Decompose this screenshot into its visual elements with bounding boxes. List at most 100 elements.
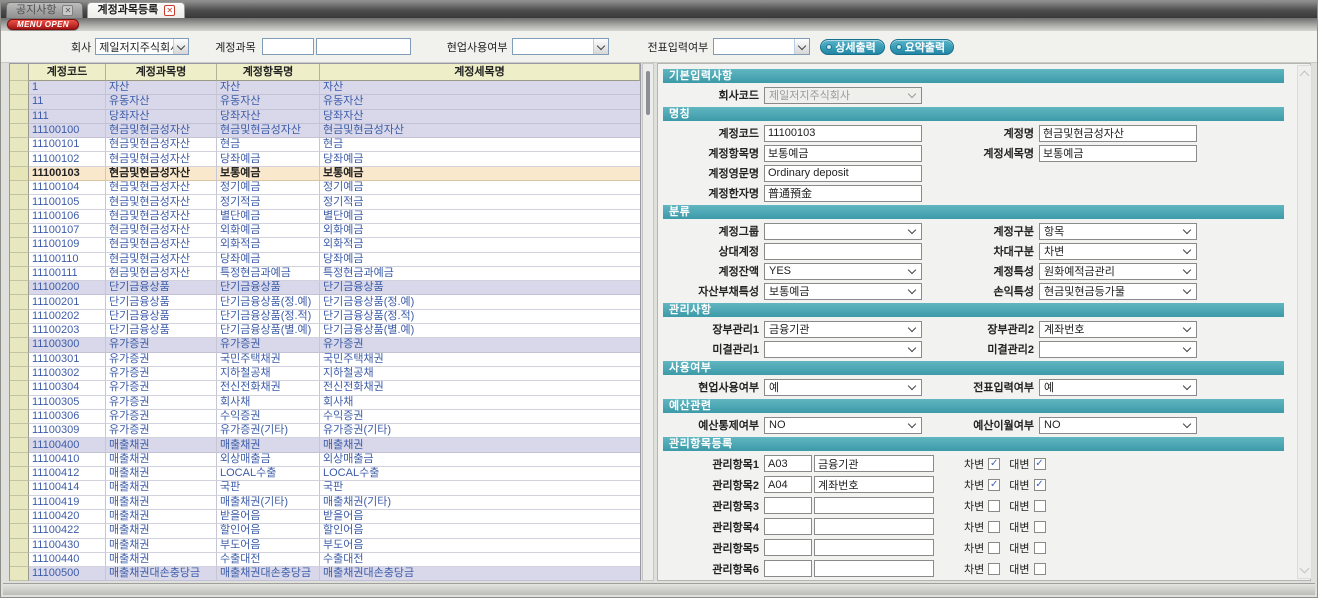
row-selector[interactable] [10, 81, 29, 95]
row-selector[interactable] [10, 238, 29, 252]
field-select[interactable]: 보통예금 [764, 283, 922, 300]
row-selector[interactable] [10, 553, 29, 567]
field-input[interactable] [764, 125, 922, 142]
row-selector[interactable] [10, 210, 29, 224]
row-selector[interactable] [10, 267, 29, 281]
table-row[interactable]: 11100309유가증권유가증권(기타)유가증권(기타) [10, 424, 640, 438]
summary-print-button[interactable]: 요약출력 [890, 39, 954, 55]
management-code-input[interactable] [764, 560, 812, 577]
table-row[interactable]: 11100200단기금융상품단기금융상품단기금융상품 [10, 281, 640, 295]
row-selector[interactable] [10, 381, 29, 395]
field-select[interactable]: 예 [1039, 379, 1197, 396]
management-name-input[interactable] [814, 476, 934, 493]
row-selector[interactable] [10, 281, 29, 295]
table-row[interactable]: 11100430매출채권부도어음부도어음 [10, 539, 640, 553]
detail-print-button[interactable]: 상세출력 [820, 39, 884, 55]
table-row[interactable]: 11100109현금및현금성자산외화적금외화적금 [10, 238, 640, 252]
row-selector[interactable] [10, 324, 29, 338]
table-row[interactable]: 11100201단기금융상품단기금융상품(정.예)단기금융상품(정.예) [10, 295, 640, 309]
debit-checkbox[interactable] [988, 542, 1000, 554]
table-row[interactable]: 11100500매출채권대손충당금매출채권대손충당금매출채권대손충당금 [10, 567, 640, 581]
management-name-input[interactable] [814, 518, 934, 535]
credit-checkbox[interactable] [1034, 542, 1046, 554]
field-use-select[interactable] [512, 38, 609, 55]
row-selector[interactable] [10, 181, 29, 195]
field-select[interactable]: 차변 [1039, 243, 1197, 260]
chevron-down-icon[interactable] [1300, 564, 1310, 574]
table-row[interactable]: 11100420매출채권받을어음받을어음 [10, 510, 640, 524]
row-selector[interactable] [10, 95, 29, 109]
management-name-input[interactable] [814, 560, 934, 577]
table-row[interactable]: 11100301유가증권국민주택채권국민주택채권 [10, 353, 640, 367]
table-row[interactable]: 11100111현금및현금성자산특정현금과예금특정현금과예금 [10, 267, 640, 281]
table-scrollbar[interactable] [642, 63, 654, 581]
management-name-input[interactable] [814, 539, 934, 556]
table-row[interactable]: 11100107현금및현금성자산외화예금외화예금 [10, 224, 640, 238]
management-name-input[interactable] [814, 497, 934, 514]
row-selector[interactable] [10, 124, 29, 138]
field-input[interactable] [1039, 145, 1197, 162]
chevron-up-icon[interactable] [1300, 71, 1310, 81]
table-row[interactable]: 11100102현금및현금성자산당좌예금당좌예금 [10, 152, 640, 166]
row-selector[interactable] [10, 510, 29, 524]
debit-checkbox[interactable] [988, 500, 1000, 512]
row-selector[interactable] [10, 396, 29, 410]
table-row[interactable]: 11100440매출채권수출대전수출대전 [10, 553, 640, 567]
row-selector[interactable] [10, 110, 29, 124]
table-row[interactable]: 11100203단기금융상품단기금융상품(별.예)단기금융상품(별.예) [10, 324, 640, 338]
row-selector[interactable] [10, 152, 29, 166]
tab-notice[interactable]: 공지사항 ✕ [6, 2, 83, 18]
company-select[interactable]: 제일저지주식회사 [95, 38, 189, 55]
credit-checkbox[interactable] [1034, 500, 1046, 512]
row-selector[interactable] [10, 338, 29, 352]
row-selector[interactable] [10, 195, 29, 209]
field-select[interactable] [1039, 341, 1197, 358]
table-row[interactable]: 11100104현금및현금성자산정기예금정기예금 [10, 181, 640, 195]
row-selector[interactable] [10, 367, 29, 381]
credit-checkbox[interactable] [1034, 521, 1046, 533]
close-icon[interactable]: ✕ [62, 5, 73, 16]
row-selector[interactable] [10, 496, 29, 510]
table-row[interactable]: 11100105현금및현금성자산정기적금정기적금 [10, 195, 640, 209]
field-select[interactable]: 원화예적금관리 [1039, 263, 1197, 280]
table-row[interactable]: 11100100현금및현금성자산현금및현금성자산현금및현금성자산 [10, 124, 640, 138]
table-row[interactable]: 11100419매출채권매출채권(기타)매출채권(기타) [10, 496, 640, 510]
field-select[interactable]: 계좌번호 [1039, 321, 1197, 338]
field-select[interactable]: NO [764, 417, 922, 434]
slip-entry-select[interactable] [713, 38, 810, 55]
field-select[interactable]: 제일저지주식회사 [764, 87, 922, 104]
management-code-input[interactable] [764, 476, 812, 493]
debit-checkbox[interactable]: ✓ [988, 458, 1000, 470]
debit-checkbox[interactable] [988, 563, 1000, 575]
field-input[interactable] [764, 243, 922, 260]
field-select[interactable]: NO [1039, 417, 1197, 434]
credit-checkbox[interactable] [1034, 563, 1046, 575]
field-select[interactable]: 예 [764, 379, 922, 396]
row-selector[interactable] [10, 167, 29, 181]
menu-open-button[interactable]: MENU OPEN [7, 19, 79, 30]
table-row[interactable]: 11100103현금및현금성자산보통예금보통예금 [10, 167, 640, 181]
field-select[interactable] [764, 341, 922, 358]
account-name-input[interactable] [316, 38, 411, 55]
table-row[interactable]: 1자산자산자산 [10, 81, 640, 95]
debit-checkbox[interactable]: ✓ [988, 479, 1000, 491]
field-select[interactable] [764, 223, 922, 240]
table-row[interactable]: 11100305유가증권회사채회사채 [10, 396, 640, 410]
management-code-input[interactable] [764, 455, 812, 472]
table-row[interactable]: 11100202단기금융상품단기금융상품(정.적)단기금융상품(정.적) [10, 310, 640, 324]
row-selector[interactable] [10, 224, 29, 238]
panel-scrollbar[interactable] [1297, 65, 1312, 579]
close-icon[interactable]: ✕ [164, 5, 175, 16]
row-selector[interactable] [10, 424, 29, 438]
credit-checkbox[interactable]: ✓ [1034, 479, 1046, 491]
row-selector[interactable] [10, 453, 29, 467]
table-row[interactable]: 11100422매출채권할인어음할인어음 [10, 524, 640, 538]
table-row[interactable]: 11100300유가증권유가증권유가증권 [10, 338, 640, 352]
table-row[interactable]: 11100414매출채권국판국판 [10, 481, 640, 495]
table-row[interactable]: 11100400매출채권매출채권매출채권 [10, 438, 640, 452]
management-code-input[interactable] [764, 497, 812, 514]
field-input[interactable] [764, 165, 922, 182]
account-code-input[interactable] [262, 38, 314, 55]
table-row[interactable]: 11100302유가증권지하철공채지하철공채 [10, 367, 640, 381]
row-selector[interactable] [10, 410, 29, 424]
